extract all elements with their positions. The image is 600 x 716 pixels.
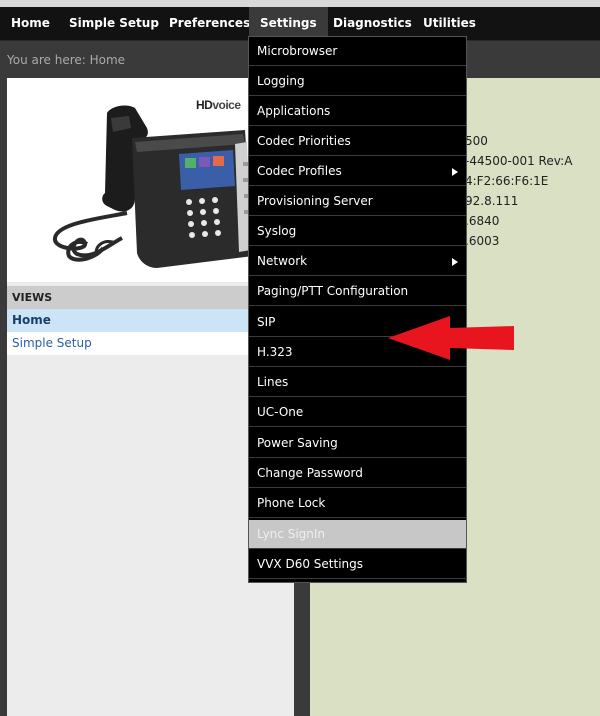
menu-item-codec-profiles[interactable]: Codec Profiles	[249, 157, 466, 186]
nav-preferences[interactable]: Preferences	[158, 7, 261, 40]
submenu-arrow-icon	[452, 168, 458, 176]
menu-item-logging[interactable]: Logging	[249, 67, 466, 96]
menu-item-change-password[interactable]: Change Password	[249, 459, 466, 488]
info-line: 4:F2:66:F6:1E	[465, 174, 549, 188]
menu-item-provisioning-server[interactable]: Provisioning Server	[249, 187, 466, 216]
menu-item-phone-lock[interactable]: Phone Lock	[249, 489, 466, 518]
menu-item-microbrowser[interactable]: Microbrowser	[249, 37, 466, 66]
menu-item-syslog[interactable]: Syslog	[249, 217, 466, 246]
menu-item-codec-priorities[interactable]: Codec Priorities	[249, 127, 466, 156]
menu-item-applications[interactable]: Applications	[249, 97, 466, 126]
menu-item-uc-one[interactable]: UC-One	[249, 398, 466, 427]
menu-item-network[interactable]: Network	[249, 247, 466, 276]
info-line: 92.8.111	[465, 194, 519, 208]
submenu-arrow-icon	[452, 258, 458, 266]
info-line: 500	[465, 134, 488, 148]
menu-item-power-saving[interactable]: Power Saving	[249, 429, 466, 458]
breadcrumb: You are here: Home	[7, 53, 126, 67]
red-arrow-icon	[388, 316, 514, 360]
nav-home[interactable]: Home	[0, 7, 61, 40]
info-line: -44500-001 Rev:A	[465, 154, 573, 168]
hdvoice-logo: HDvoice	[196, 98, 241, 112]
nav-simple-setup[interactable]: Simple Setup	[58, 7, 170, 40]
menu-item-paging-ptt[interactable]: Paging/PTT Configuration	[249, 277, 466, 306]
menu-item-lines[interactable]: Lines	[249, 368, 466, 397]
info-line: .6003	[465, 234, 500, 248]
top-strip	[0, 0, 600, 7]
menu-item-lync-signin: Lync SignIn	[249, 520, 466, 549]
settings-dropdown-menu: Microbrowser Logging Applications Codec …	[248, 36, 467, 583]
menu-item-vvx-d60-settings[interactable]: VVX D60 Settings	[249, 550, 466, 579]
info-line: .6840	[465, 214, 500, 228]
